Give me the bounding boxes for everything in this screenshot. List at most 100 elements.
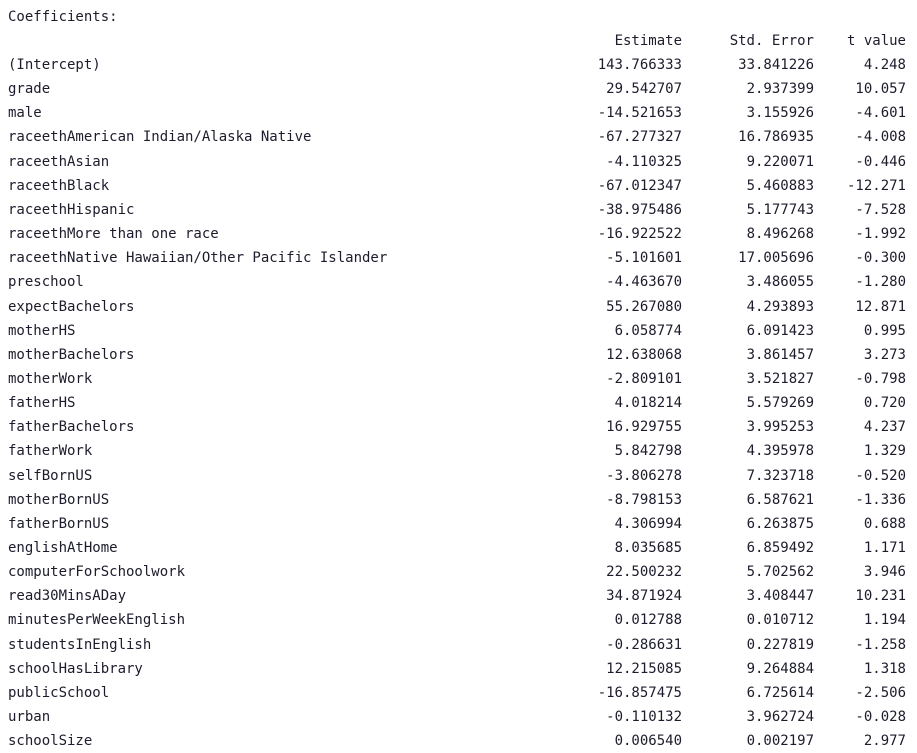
std-error-value: 2.937399 — [746, 81, 814, 98]
estimate-value: 4.018214 — [614, 395, 682, 412]
coefficient-row: schoolHasLibrary 12.215085 9.264884 1.318 — [0, 657, 917, 681]
std-error-value: 5.460883 — [746, 177, 814, 194]
std-error-value: 6.859492 — [746, 540, 814, 556]
t-value: 3.273 — [863, 346, 906, 363]
estimate-column-header: Estimate — [614, 33, 682, 49]
t-value: 1.194 — [863, 612, 906, 629]
std-error-value: 3.521827 — [746, 370, 814, 387]
t-value: -4.601 — [855, 105, 906, 122]
coefficient-row: raceethMore than one race -16.922522 8.496… — [0, 222, 917, 246]
estimate-value: 29.542707 — [606, 81, 682, 98]
std-error-value: 4.395978 — [746, 443, 814, 460]
estimate-value: 143.766333 — [597, 57, 682, 73]
estimate-value: -4.463670 — [606, 274, 682, 291]
t-value: 0.688 — [863, 515, 906, 532]
estimate-value: -67.277327 — [597, 129, 682, 146]
t-value: -1.992 — [855, 226, 906, 243]
t-value: -1.258 — [855, 636, 906, 653]
std-error-value: 3.995253 — [746, 419, 814, 436]
term-label: schoolHasLibrary — [8, 660, 143, 677]
term-label: male — [8, 105, 42, 122]
coefficient-row: selfBornUS -3.806278 7.323718 -0.520 — [0, 464, 917, 488]
term-label: preschool — [8, 274, 84, 291]
t-value: 3.946 — [863, 564, 906, 581]
std-error-value: 4.293893 — [746, 298, 814, 315]
estimate-value: 4.306994 — [614, 515, 682, 532]
t-value: 2.977 — [863, 733, 906, 750]
term-label: raceethBlack — [8, 177, 110, 194]
std-error-value: 6.587621 — [746, 491, 814, 508]
estimate-value: 8.035685 — [614, 540, 682, 556]
coefficient-row: fatherBornUS 4.306994 6.263875 0.688 — [0, 512, 917, 536]
term-label: raceethMore than one race — [8, 226, 219, 243]
t-value: -0.300 — [855, 250, 906, 267]
std-error-value: 17.005696 — [738, 250, 814, 267]
coefficient-row: publicSchool -16.857475 6.725614 -2.506 — [0, 681, 917, 705]
term-label: minutesPerWeekEnglish — [8, 612, 186, 629]
std-error-value: 6.725614 — [746, 684, 814, 701]
estimate-value: 55.267080 — [606, 298, 682, 315]
term-label: schoolSize — [8, 733, 93, 750]
estimate-value: -0.286631 — [606, 636, 682, 653]
term-label: fatherWork — [8, 443, 93, 460]
estimate-value: 0.012788 — [614, 612, 682, 629]
estimate-value: -67.012347 — [597, 177, 682, 194]
estimate-value: -38.975486 — [597, 201, 682, 218]
std-error-value: 5.177743 — [746, 201, 814, 218]
estimate-value: -4.110325 — [606, 153, 682, 170]
estimate-value: -8.798153 — [606, 491, 682, 508]
term-label: englishAtHome — [8, 540, 118, 556]
estimate-value: -16.922522 — [597, 226, 682, 243]
term-label: studentsInEnglish — [8, 636, 152, 653]
estimate-value: 22.500232 — [606, 564, 682, 581]
term-label: motherBornUS — [8, 491, 110, 508]
estimate-value: 0.006540 — [614, 733, 682, 750]
console-output: Coefficients: Estimate Std. Error t valu… — [0, 0, 917, 752]
coefficient-row: grade 29.542707 2.937399 10.057 — [0, 77, 917, 101]
term-label: publicSchool — [8, 684, 110, 701]
std-error-value: 0.010712 — [746, 612, 814, 629]
std-error-value: 33.841226 — [738, 57, 814, 73]
std-error-value: 5.702562 — [746, 564, 814, 581]
coefficient-row: raceethBlack -67.012347 5.460883 -12.271 — [0, 174, 917, 198]
t-value: -0.798 — [855, 370, 906, 387]
t-value: 0.720 — [863, 395, 906, 412]
std-error-value: 0.002197 — [746, 733, 814, 750]
t-value: -0.520 — [855, 467, 906, 484]
coefficient-row: motherBachelors 12.638068 3.861457 3.273 — [0, 343, 917, 367]
term-label: fatherHS — [8, 395, 76, 412]
estimate-value: -14.521653 — [597, 105, 682, 122]
coefficient-row: male -14.521653 3.155926 -4.601 — [0, 101, 917, 125]
coefficient-row: raceethAmerican Indian/Alaska Native -67.… — [0, 125, 917, 149]
coefficient-row: fatherWork 5.842798 4.395978 1.329 — [0, 439, 917, 463]
term-label: raceethHispanic — [8, 201, 135, 218]
term-label: computerForSchoolwork — [8, 564, 186, 581]
std-error-value: 9.220071 — [746, 153, 814, 170]
estimate-value: -2.809101 — [606, 370, 682, 387]
term-label: (Intercept) — [8, 57, 101, 73]
t-value: -0.446 — [855, 153, 906, 170]
coefficient-row: motherBornUS -8.798153 6.587621 -1.336 — [0, 488, 917, 512]
std-error-value: 6.091423 — [746, 322, 814, 339]
t-value: -1.280 — [855, 274, 906, 291]
coefficient-row: raceethNative Hawaiian/Other Pacific Isl… — [0, 246, 917, 270]
std-error-value: 3.486055 — [746, 274, 814, 291]
coefficient-row: expectBachelors 55.267080 4.293893 12.871 — [0, 295, 917, 319]
estimate-value: 12.638068 — [606, 346, 682, 363]
term-label: selfBornUS — [8, 467, 93, 484]
estimate-value: -16.857475 — [597, 684, 682, 701]
t-value: 4.248 — [863, 57, 906, 73]
term-label: read30MinsADay — [8, 588, 127, 605]
coefficient-row: raceethHispanic -38.975486 5.177743 -7.528 — [0, 198, 917, 222]
term-label: motherHS — [8, 322, 76, 339]
t-value-column-header: t value — [846, 33, 906, 49]
std-error-value: 5.579269 — [746, 395, 814, 412]
t-value: 1.318 — [863, 660, 906, 677]
estimate-value: 5.842798 — [614, 443, 682, 460]
t-value: -0.028 — [855, 709, 906, 726]
t-value: 4.237 — [863, 419, 906, 436]
coefficient-row: motherWork -2.809101 3.521827 -0.798 — [0, 367, 917, 391]
term-label: motherWork — [8, 370, 93, 387]
estimate-value: 6.058774 — [614, 322, 682, 339]
std-error-value: 6.263875 — [746, 515, 814, 532]
